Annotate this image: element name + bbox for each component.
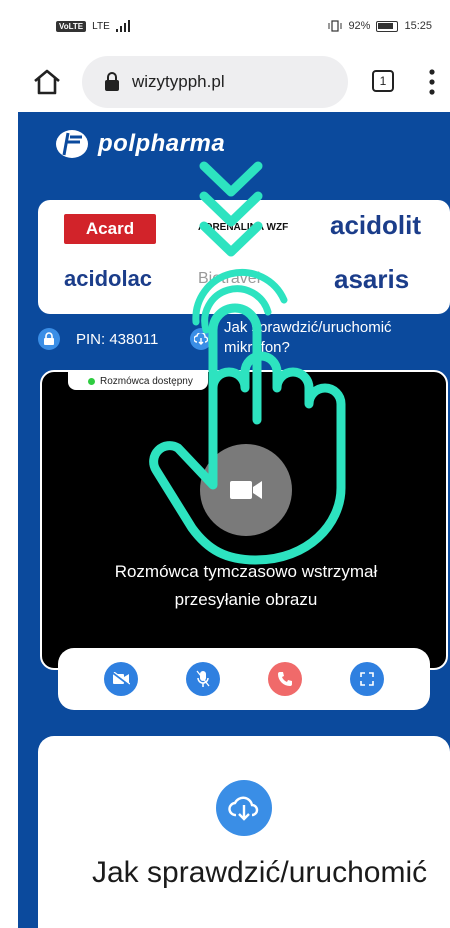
fullscreen-icon [360,672,374,686]
home-icon[interactable] [32,68,62,96]
status-right: 92% 15:25 [328,20,432,32]
browser-toolbar: wizytypph.pl 1 [0,52,450,112]
status-dot-icon [88,378,95,385]
sponsor-acard[interactable]: Acard [64,214,156,244]
lock-icon [105,72,119,91]
camera-off-icon [112,672,130,686]
polpharma-logo: polpharma [54,128,225,160]
microphone-help-link[interactable]: Jak sprawdzić/uruchomić mikrofon? [224,318,434,358]
volte-badge: VoLTE [56,20,87,32]
sponsor-logos: Acard ADRENALINA WZF acidolit acidolac B… [38,200,450,314]
address-bar[interactable]: wizytypph.pl [82,56,348,108]
end-call-button[interactable] [268,662,302,696]
status-label: Rozmówca dostępny [100,375,193,387]
sponsor-acidolac[interactable]: acidolac [64,266,152,292]
url-text: wizytypph.pl [132,72,225,91]
toggle-camera-button[interactable] [104,662,138,696]
call-controls [58,648,430,710]
pin-row: PIN: 438011 Jak sprawdzić/uruchomić mikr… [38,319,438,364]
polpharma-logo-icon [56,130,88,158]
microphone-off-icon [196,670,210,687]
status-bar: VoLTE LTE 92% 15:25 [0,0,450,52]
more-menu-icon[interactable] [428,68,436,96]
help-card: Jak sprawdzić/uruchomić [38,736,450,928]
signal-icon [115,20,130,32]
vibrate-icon [328,20,342,32]
fullscreen-button[interactable] [350,662,384,696]
sponsor-adrenalina[interactable]: ADRENALINA WZF [198,222,288,233]
page-content: polpharma Acard ADRENALINA WZF acidolit … [18,112,450,928]
battery-percent: 92% [348,20,371,32]
paused-line-2: przesyłanie obrazu [174,590,318,609]
card-title: Jak sprawdzić/uruchomić [92,856,428,889]
video-camera-icon [230,481,262,499]
sponsor-biotravel[interactable]: Biotravel [198,270,260,288]
pin-lock-icon [38,328,60,350]
clock: 15:25 [404,20,432,32]
tab-switcher-button[interactable]: 1 [372,70,394,92]
card-cloud-download-icon[interactable] [216,780,272,836]
toggle-microphone-button[interactable] [186,662,220,696]
phone-icon [278,672,292,686]
status-left: VoLTE LTE [56,20,132,32]
paused-line-1: Rozmówca tymczasowo wstrzymał [114,562,378,581]
sponsor-acidolit[interactable]: acidolit [330,210,421,241]
cloud-download-icon[interactable] [190,328,212,350]
pin-code: PIN: 438011 [76,331,159,348]
battery-icon [376,20,399,32]
video-panel: Rozmówca dostępny Rozmówca tymczasowo ws… [40,370,448,670]
logo-text: polpharma [98,130,226,157]
lte-label: LTE [92,20,110,32]
camera-off-indicator [200,444,292,536]
status-badge: Rozmówca dostępny [68,372,208,390]
paused-message: Rozmówca tymczasowo wstrzymał przesyłani… [42,558,446,614]
sponsor-asaris[interactable]: asaris [334,264,409,295]
